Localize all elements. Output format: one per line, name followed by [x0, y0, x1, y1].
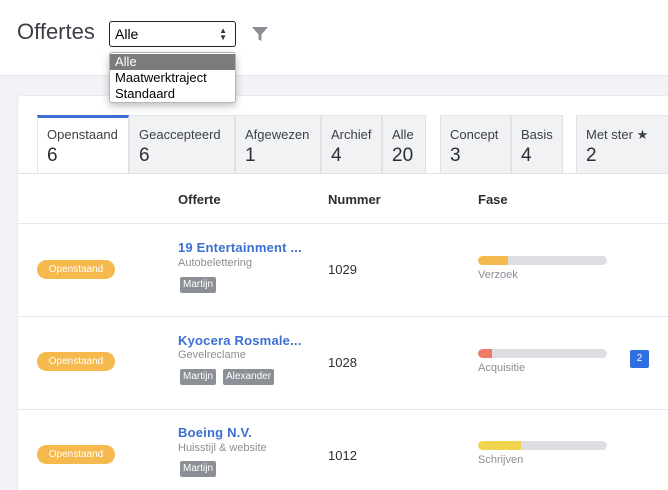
- offer-number: 1028: [328, 355, 357, 370]
- tab-met-ster[interactable]: Met ster ★ 2: [576, 115, 668, 173]
- offer-subtitle: Huisstijl & website: [178, 442, 267, 454]
- phase-label: Acquisitie: [478, 362, 526, 374]
- tab-count: 2: [586, 145, 597, 166]
- dropdown-option-alle[interactable]: Alle: [110, 54, 235, 70]
- tab-alle[interactable]: Alle 20: [382, 115, 426, 173]
- offer-name-link[interactable]: Kyocera Rosmale...: [178, 333, 302, 348]
- user-tag: Martijn: [180, 277, 217, 293]
- phase-progress-fill: [478, 256, 508, 265]
- count-badge: 2: [630, 350, 649, 368]
- phase-progress-bar: [478, 349, 607, 358]
- tab-label: Archief: [331, 127, 372, 142]
- offer-type-dropdown: Alle Maatwerktraject Standaard: [109, 52, 236, 103]
- tab-label: Afgewezen: [245, 127, 310, 142]
- user-tag: Martijn: [180, 369, 217, 385]
- tab-count: 4: [331, 145, 342, 166]
- tab-label: Met ster ★: [586, 127, 649, 142]
- tab-label: Basis: [521, 127, 553, 142]
- phase-progress-fill: [478, 349, 493, 358]
- tab-count: 6: [139, 145, 150, 166]
- tab-count: 3: [450, 145, 461, 166]
- column-header-fase[interactable]: Fase: [478, 192, 508, 207]
- page-title: Offertes: [17, 19, 95, 44]
- tab-label: Concept: [450, 127, 499, 142]
- table-row[interactable]: Openstaand Boeing N.V. Huisstijl & websi…: [18, 410, 668, 490]
- tab-count: 1: [245, 145, 256, 166]
- offer-name-link[interactable]: 19 Entertainment ...: [178, 240, 302, 255]
- column-header-nummer[interactable]: Nummer: [328, 192, 381, 207]
- status-badge: Openstaand: [37, 260, 115, 279]
- tab-label: Geaccepteerd: [139, 127, 221, 142]
- tab-label: Alle: [392, 127, 414, 142]
- user-tag: Alexander: [223, 369, 275, 385]
- tab-count: 20: [392, 145, 414, 166]
- tab-geaccepteerd[interactable]: Geaccepteerd 6: [129, 115, 235, 173]
- status-badge: Openstaand: [37, 352, 115, 371]
- tab-count: 4: [521, 145, 532, 166]
- phase-progress-bar: [478, 441, 607, 450]
- offers-card: Openstaand 6 Geaccepteerd 6 Afgewezen 1 …: [18, 96, 668, 490]
- offer-number: 1012: [328, 448, 357, 463]
- phase-progress-bar: [478, 256, 607, 265]
- select-value: Alle: [115, 26, 139, 42]
- phase-progress-fill: [478, 441, 521, 450]
- table-row[interactable]: Openstaand Kyocera Rosmale... Gevelrecla…: [18, 317, 668, 409]
- tab-label: Openstaand: [47, 127, 118, 142]
- column-header-offerte[interactable]: Offerte: [178, 192, 221, 207]
- user-tag: Martijn: [180, 461, 217, 477]
- tab-openstaand[interactable]: Openstaand 6: [37, 115, 129, 173]
- table-row[interactable]: Openstaand 19 Entertainment ... Autobele…: [18, 224, 668, 316]
- dropdown-option-maatwerktraject[interactable]: Maatwerktraject: [110, 70, 235, 86]
- offer-subtitle: Gevelreclame: [178, 349, 246, 361]
- tab-archief[interactable]: Archief 4: [321, 115, 382, 173]
- select-arrows-icon: ▲ ▼: [219, 26, 227, 42]
- tab-concept[interactable]: Concept 3: [440, 115, 511, 173]
- tab-afgewezen[interactable]: Afgewezen 1: [235, 115, 321, 173]
- filter-icon[interactable]: [250, 24, 270, 44]
- offer-name-link[interactable]: Boeing N.V.: [178, 425, 252, 440]
- tab-basis[interactable]: Basis 4: [511, 115, 563, 173]
- status-badge: Openstaand: [37, 445, 115, 464]
- dropdown-option-standaard[interactable]: Standaard: [110, 86, 235, 102]
- offer-number: 1029: [328, 262, 357, 277]
- top-bar: Offertes Alle ▲ ▼: [0, 0, 668, 76]
- phase-label: Verzoek: [478, 269, 518, 281]
- offer-type-select[interactable]: Alle ▲ ▼: [109, 21, 236, 47]
- phase-label: Schrijven: [478, 454, 524, 466]
- tab-divider: [18, 173, 668, 174]
- tab-count: 6: [47, 145, 58, 166]
- offer-subtitle: Autobelettering: [178, 257, 252, 269]
